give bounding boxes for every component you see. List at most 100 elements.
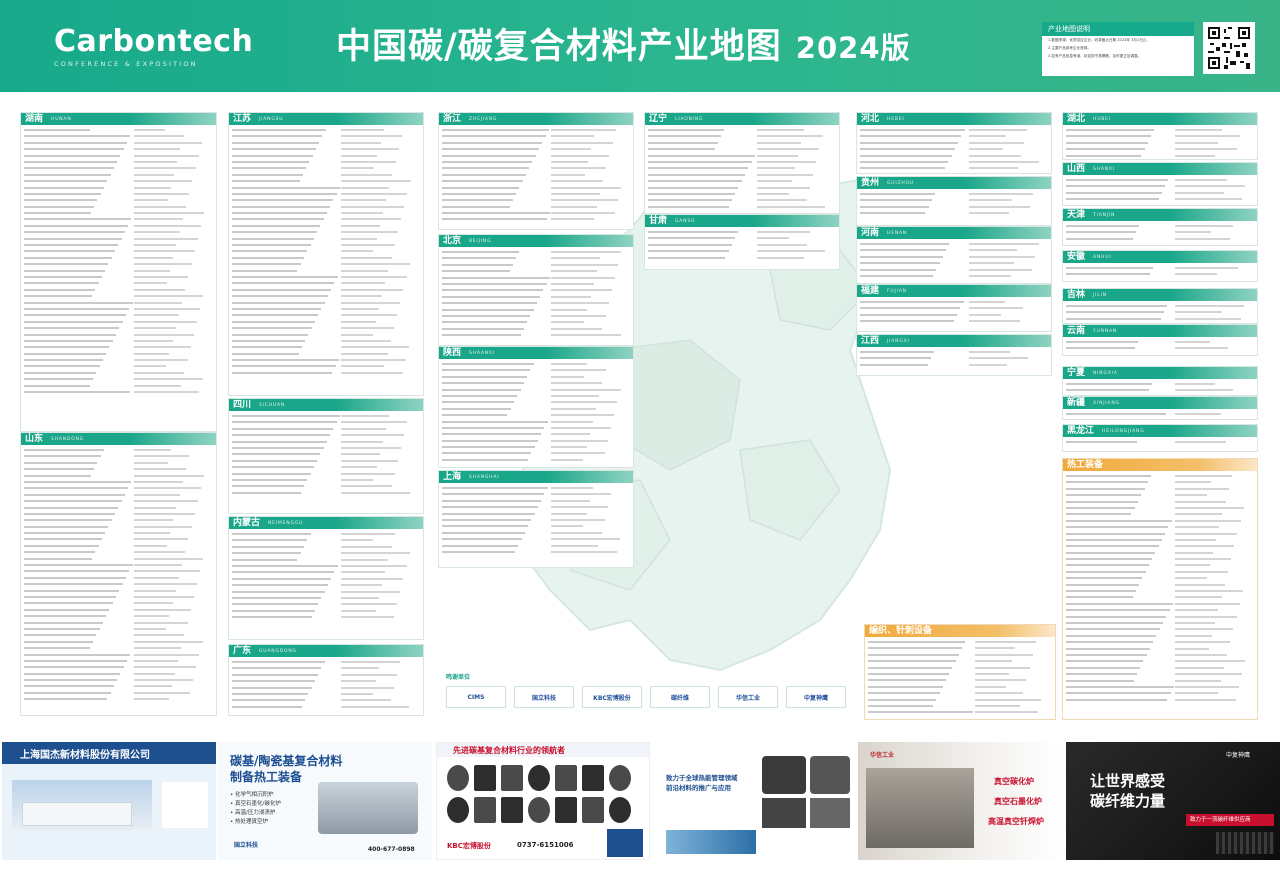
region-header[interactable]: 黑龙江 HEILONGJIANG — [1063, 425, 1257, 437]
region-name: 内蒙古 — [233, 518, 261, 528]
company-row — [1066, 153, 1254, 159]
region-header[interactable]: 广东 GUANGDONG — [229, 645, 423, 657]
region-name: 浙江 — [443, 114, 462, 124]
product-placeholder — [133, 389, 213, 395]
region-header[interactable]: 热工装备 — [1063, 459, 1257, 471]
region-header[interactable]: 浙江 ZHEJIANG — [439, 113, 633, 125]
region-header[interactable]: 陕西 SHAANXI — [439, 347, 633, 359]
ad-guoli-title2: 制备热工装备 — [230, 770, 303, 784]
product-placeholder — [133, 696, 213, 702]
ad-huaxin-line: 真空石墨化炉 — [994, 797, 1042, 806]
ad-kbc[interactable]: 先进碳基复合材料行业的领航者 KBC宏博股份 0737-6151006 — [436, 742, 650, 860]
region-header[interactable]: 宁夏 NINGXIA — [1063, 367, 1257, 379]
company-list — [439, 247, 633, 338]
region-name: 陕西 — [443, 348, 462, 358]
region-header[interactable]: 湖南 HUNAN — [21, 113, 216, 125]
ad-guoli[interactable]: 碳基/陶瓷基复合材料 制备热工装备 • 化学气相沉积炉 • 真空石墨化/碳化炉 … — [218, 742, 432, 860]
region-header[interactable]: 河南 HENAN — [857, 227, 1051, 239]
region-header[interactable]: 上海 SHANGHAI — [439, 471, 633, 483]
region-header[interactable]: 贵州 GUIZHOU — [857, 177, 1051, 189]
product-placeholder — [341, 614, 420, 620]
ad-guojie-info — [162, 782, 208, 828]
partner-logo[interactable]: 国立科技 — [514, 686, 574, 708]
company-row — [1066, 316, 1254, 322]
region-name-en: BEIJING — [469, 238, 492, 244]
region-header[interactable]: 四川 SICHUAN — [229, 399, 423, 411]
company-name-placeholder — [442, 332, 551, 338]
region-name: 黑龙江 — [1067, 426, 1095, 436]
product-placeholder — [1175, 196, 1254, 202]
region-header[interactable]: 山西 SHANXI — [1063, 163, 1257, 175]
qr-code-icon[interactable] — [1203, 22, 1255, 74]
ad-thermal[interactable]: 致力于全球热能管理领域 前沿材料的推广与应用 — [654, 742, 856, 860]
region-header[interactable]: 内蒙古 NEIMENGGU — [229, 517, 423, 529]
product-placeholder — [1175, 345, 1254, 351]
region-name: 四川 — [233, 400, 252, 410]
region-header[interactable]: 云南 YUNNAN — [1063, 325, 1257, 337]
region-panel: 陕西 SHAANXI — [438, 346, 634, 468]
company-list — [1063, 175, 1257, 203]
region-header[interactable]: 江苏 JIANGSU — [229, 113, 423, 125]
region-name: 广东 — [233, 646, 252, 656]
region-header[interactable]: 天津 TIANJIN — [1063, 209, 1257, 221]
company-name-placeholder — [860, 273, 969, 279]
logo-sub-text: CONFERENCE & EXPOSITION — [54, 60, 198, 68]
region-header[interactable]: 新疆 XINJIANG — [1063, 397, 1257, 409]
region-header[interactable]: 辽宁 LIAONING — [645, 113, 839, 125]
region-header[interactable]: 山东 SHANDONG — [21, 433, 216, 445]
region-name-en: NEIMENGGU — [268, 520, 304, 526]
company-name-placeholder — [442, 457, 551, 463]
company-list — [857, 189, 1051, 217]
product-placeholder — [341, 704, 420, 710]
company-name-placeholder — [232, 614, 341, 620]
map-note-line: 1.数据来源：优质供应企业，收录截止日期 2024年 3月1日止。 — [1048, 38, 1151, 42]
product-photo — [810, 756, 850, 794]
company-row — [860, 210, 1048, 216]
region-header[interactable]: 安徽 ANHUI — [1063, 251, 1257, 263]
product-placeholder — [1175, 236, 1254, 242]
title-year: 2024版 — [795, 31, 911, 65]
ad-thermal-title: 致力于全球热能管理领域 — [666, 774, 738, 782]
region-name: 河北 — [861, 114, 880, 124]
carbon-product-icon — [555, 765, 577, 791]
ad-guojie[interactable]: 上海国杰新材料股份有限公司 — [2, 742, 216, 860]
company-row — [860, 165, 1048, 171]
carbon-product-icon — [474, 797, 496, 823]
product-placeholder — [1175, 439, 1254, 445]
region-header[interactable]: 吉林 JILIN — [1063, 289, 1257, 301]
region-panel: 上海 SHANGHAI — [438, 470, 634, 568]
partner-logo[interactable]: 碳纤维 — [650, 686, 710, 708]
region-panel: 湖南 HUNAN — [20, 112, 217, 432]
region-panel: 甘肃 GANSU — [644, 214, 840, 270]
partner-logo[interactable]: 华信工业 — [718, 686, 778, 708]
region-header[interactable]: 河北 HEBEI — [857, 113, 1051, 125]
region-name: 湖北 — [1067, 114, 1086, 124]
region-panel: 四川 SICHUAN — [228, 398, 424, 514]
ad-huaxin[interactable]: 华信工业 真空碳化炉 真空石墨化炉 高温真空钎焊炉 — [858, 742, 1062, 860]
company-row — [442, 549, 630, 555]
region-header[interactable]: 福建 FUJIAN — [857, 285, 1051, 297]
partner-logo[interactable]: 中复神鹰 — [786, 686, 846, 708]
region-header[interactable]: 湖北 HUBEI — [1063, 113, 1257, 125]
ad-thermal-title2: 前沿材料的推广与应用 — [666, 784, 731, 792]
ad-guoli-item: • 热处理真空炉 — [230, 819, 268, 825]
company-row — [860, 362, 1048, 368]
ad-guoli-brand: 国立科技 — [234, 842, 259, 849]
region-name: 贵州 — [861, 178, 880, 188]
ad-kbc-brand: KBC宏博股份 — [447, 842, 491, 850]
region-name-en: HUBEI — [1093, 116, 1111, 122]
region-header[interactable]: 北京 BEIJING — [439, 235, 633, 247]
qr-code-graphic — [1206, 25, 1252, 71]
region-header[interactable]: 甘肃 GANSU — [645, 215, 839, 227]
partner-logo[interactable]: KBC宏博股份 — [582, 686, 642, 708]
region-header[interactable]: 江西 JIANGXI — [857, 335, 1051, 347]
region-name: 编织、针刺设备 — [869, 626, 933, 636]
ad-zhongfu[interactable]: 中复神鹰 让世界感受 碳纤维力量 致力于一流碳纤维供应商 — [1066, 742, 1280, 860]
company-list — [1063, 471, 1257, 703]
partner-logo[interactable]: CIMS — [446, 686, 506, 708]
product-placeholder — [551, 332, 630, 338]
company-name-placeholder — [860, 165, 969, 171]
region-name-en: TIANJIN — [1093, 212, 1116, 218]
region-header[interactable]: 编织、针刺设备 — [865, 625, 1055, 637]
region-panel: 江西 JIANGXI — [856, 334, 1052, 376]
